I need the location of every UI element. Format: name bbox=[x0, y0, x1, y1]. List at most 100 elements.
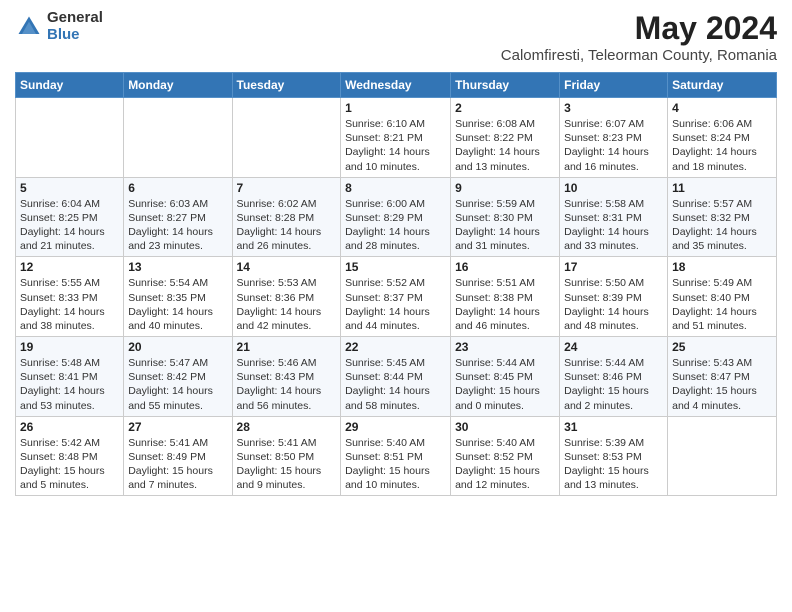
calendar-body: 1 Sunrise: 6:10 AMSunset: 8:21 PMDaylight… bbox=[16, 98, 777, 496]
day-info: Sunrise: 5:53 AMSunset: 8:36 PMDaylight:… bbox=[237, 276, 337, 333]
day-info: Sunrise: 5:47 AMSunset: 8:42 PMDaylight:… bbox=[128, 356, 227, 413]
day-info: Sunrise: 5:51 AMSunset: 8:38 PMDaylight:… bbox=[455, 276, 555, 333]
day-info: Sunrise: 5:46 AMSunset: 8:43 PMDaylight:… bbox=[237, 356, 337, 413]
header-day-wednesday: Wednesday bbox=[341, 73, 451, 98]
day-number: 9 bbox=[455, 181, 555, 195]
main-title: May 2024 bbox=[501, 10, 777, 47]
day-info: Sunrise: 6:10 AMSunset: 8:21 PMDaylight:… bbox=[345, 117, 446, 174]
week-row-1: 5 Sunrise: 6:04 AMSunset: 8:25 PMDaylight… bbox=[16, 177, 777, 257]
header-day-tuesday: Tuesday bbox=[232, 73, 341, 98]
day-number: 15 bbox=[345, 260, 446, 274]
calendar-cell: 8 Sunrise: 6:00 AMSunset: 8:29 PMDaylight… bbox=[341, 177, 451, 257]
week-row-3: 19 Sunrise: 5:48 AMSunset: 8:41 PMDayligh… bbox=[16, 337, 777, 417]
day-info: Sunrise: 6:03 AMSunset: 8:27 PMDaylight:… bbox=[128, 197, 227, 254]
calendar-cell: 20 Sunrise: 5:47 AMSunset: 8:42 PMDayligh… bbox=[124, 337, 232, 417]
day-number: 16 bbox=[455, 260, 555, 274]
day-info: Sunrise: 5:55 AMSunset: 8:33 PMDaylight:… bbox=[20, 276, 119, 333]
logo-general: General bbox=[47, 10, 103, 27]
day-info: Sunrise: 5:45 AMSunset: 8:44 PMDaylight:… bbox=[345, 356, 446, 413]
calendar-cell bbox=[124, 98, 232, 178]
day-info: Sunrise: 5:40 AMSunset: 8:51 PMDaylight:… bbox=[345, 436, 446, 493]
day-number: 29 bbox=[345, 420, 446, 434]
page-header: General Blue May 2024 Calomfiresti, Tele… bbox=[15, 10, 777, 64]
logo-icon bbox=[15, 13, 43, 41]
calendar-cell bbox=[16, 98, 124, 178]
calendar-cell bbox=[668, 416, 777, 496]
day-info: Sunrise: 5:41 AMSunset: 8:50 PMDaylight:… bbox=[237, 436, 337, 493]
week-row-0: 1 Sunrise: 6:10 AMSunset: 8:21 PMDaylight… bbox=[16, 98, 777, 178]
day-number: 5 bbox=[20, 181, 119, 195]
week-row-4: 26Sunrise: 5:42 AMSunset: 8:48 PMDayligh… bbox=[16, 416, 777, 496]
day-info: Sunrise: 6:04 AMSunset: 8:25 PMDaylight:… bbox=[20, 197, 119, 254]
day-number: 11 bbox=[672, 181, 772, 195]
day-number: 6 bbox=[128, 181, 227, 195]
calendar-cell bbox=[232, 98, 341, 178]
day-number: 14 bbox=[237, 260, 337, 274]
day-number: 8 bbox=[345, 181, 446, 195]
calendar-cell: 11Sunrise: 5:57 AMSunset: 8:32 PMDayligh… bbox=[668, 177, 777, 257]
day-info: Sunrise: 5:59 AMSunset: 8:30 PMDaylight:… bbox=[455, 197, 555, 254]
calendar-cell: 4Sunrise: 6:06 AMSunset: 8:24 PMDaylight… bbox=[668, 98, 777, 178]
day-number: 31 bbox=[564, 420, 663, 434]
day-info: Sunrise: 5:40 AMSunset: 8:52 PMDaylight:… bbox=[455, 436, 555, 493]
calendar-cell: 12 Sunrise: 5:55 AMSunset: 8:33 PMDayligh… bbox=[16, 257, 124, 337]
calendar-cell: 26Sunrise: 5:42 AMSunset: 8:48 PMDayligh… bbox=[16, 416, 124, 496]
calendar-cell: 19 Sunrise: 5:48 AMSunset: 8:41 PMDayligh… bbox=[16, 337, 124, 417]
header-day-thursday: Thursday bbox=[451, 73, 560, 98]
calendar-cell: 31Sunrise: 5:39 AMSunset: 8:53 PMDayligh… bbox=[560, 416, 668, 496]
calendar-cell: 21 Sunrise: 5:46 AMSunset: 8:43 PMDayligh… bbox=[232, 337, 341, 417]
day-number: 3 bbox=[564, 101, 663, 115]
calendar-cell: 9 Sunrise: 5:59 AMSunset: 8:30 PMDaylight… bbox=[451, 177, 560, 257]
day-info: Sunrise: 5:48 AMSunset: 8:41 PMDaylight:… bbox=[20, 356, 119, 413]
day-number: 23 bbox=[455, 340, 555, 354]
header-day-saturday: Saturday bbox=[668, 73, 777, 98]
day-number: 19 bbox=[20, 340, 119, 354]
day-info: Sunrise: 6:07 AMSunset: 8:23 PMDaylight:… bbox=[564, 117, 663, 174]
day-number: 13 bbox=[128, 260, 227, 274]
day-number: 12 bbox=[20, 260, 119, 274]
day-number: 1 bbox=[345, 101, 446, 115]
header-day-sunday: Sunday bbox=[16, 73, 124, 98]
header-day-monday: Monday bbox=[124, 73, 232, 98]
calendar-cell: 13 Sunrise: 5:54 AMSunset: 8:35 PMDayligh… bbox=[124, 257, 232, 337]
logo-text: General Blue bbox=[47, 10, 103, 43]
calendar-cell: 23 Sunrise: 5:44 AMSunset: 8:45 PMDayligh… bbox=[451, 337, 560, 417]
calendar-cell: 27Sunrise: 5:41 AMSunset: 8:49 PMDayligh… bbox=[124, 416, 232, 496]
subtitle: Calomfiresti, Teleorman County, Romania bbox=[501, 47, 777, 64]
logo: General Blue bbox=[15, 10, 103, 43]
calendar-cell: 7 Sunrise: 6:02 AMSunset: 8:28 PMDaylight… bbox=[232, 177, 341, 257]
calendar-cell: 29 Sunrise: 5:40 AMSunset: 8:51 PMDayligh… bbox=[341, 416, 451, 496]
calendar-cell: 18Sunrise: 5:49 AMSunset: 8:40 PMDayligh… bbox=[668, 257, 777, 337]
day-number: 28 bbox=[237, 420, 337, 434]
calendar-cell: 24Sunrise: 5:44 AMSunset: 8:46 PMDayligh… bbox=[560, 337, 668, 417]
day-number: 27 bbox=[128, 420, 227, 434]
day-info: Sunrise: 6:08 AMSunset: 8:22 PMDaylight:… bbox=[455, 117, 555, 174]
day-number: 21 bbox=[237, 340, 337, 354]
day-info: Sunrise: 6:02 AMSunset: 8:28 PMDaylight:… bbox=[237, 197, 337, 254]
calendar-cell: 5 Sunrise: 6:04 AMSunset: 8:25 PMDaylight… bbox=[16, 177, 124, 257]
day-number: 2 bbox=[455, 101, 555, 115]
day-number: 7 bbox=[237, 181, 337, 195]
header-row: SundayMondayTuesdayWednesdayThursdayFrid… bbox=[16, 73, 777, 98]
day-number: 18 bbox=[672, 260, 772, 274]
day-info: Sunrise: 6:00 AMSunset: 8:29 PMDaylight:… bbox=[345, 197, 446, 254]
day-number: 20 bbox=[128, 340, 227, 354]
day-info: Sunrise: 6:06 AMSunset: 8:24 PMDaylight:… bbox=[672, 117, 772, 174]
title-block: May 2024 Calomfiresti, Teleorman County,… bbox=[501, 10, 777, 64]
week-row-2: 12 Sunrise: 5:55 AMSunset: 8:33 PMDayligh… bbox=[16, 257, 777, 337]
day-number: 17 bbox=[564, 260, 663, 274]
calendar-cell: 22Sunrise: 5:45 AMSunset: 8:44 PMDayligh… bbox=[341, 337, 451, 417]
calendar-cell: 16 Sunrise: 5:51 AMSunset: 8:38 PMDayligh… bbox=[451, 257, 560, 337]
calendar-cell: 17Sunrise: 5:50 AMSunset: 8:39 PMDayligh… bbox=[560, 257, 668, 337]
header-day-friday: Friday bbox=[560, 73, 668, 98]
calendar-cell: 14 Sunrise: 5:53 AMSunset: 8:36 PMDayligh… bbox=[232, 257, 341, 337]
day-info: Sunrise: 5:43 AMSunset: 8:47 PMDaylight:… bbox=[672, 356, 772, 413]
day-info: Sunrise: 5:54 AMSunset: 8:35 PMDaylight:… bbox=[128, 276, 227, 333]
day-info: Sunrise: 5:44 AMSunset: 8:45 PMDaylight:… bbox=[455, 356, 555, 413]
calendar-cell: 15 Sunrise: 5:52 AMSunset: 8:37 PMDayligh… bbox=[341, 257, 451, 337]
calendar-cell: 2 Sunrise: 6:08 AMSunset: 8:22 PMDaylight… bbox=[451, 98, 560, 178]
calendar-cell: 3 Sunrise: 6:07 AMSunset: 8:23 PMDaylight… bbox=[560, 98, 668, 178]
calendar-table: SundayMondayTuesdayWednesdayThursdayFrid… bbox=[15, 72, 777, 496]
day-info: Sunrise: 5:52 AMSunset: 8:37 PMDaylight:… bbox=[345, 276, 446, 333]
day-number: 30 bbox=[455, 420, 555, 434]
